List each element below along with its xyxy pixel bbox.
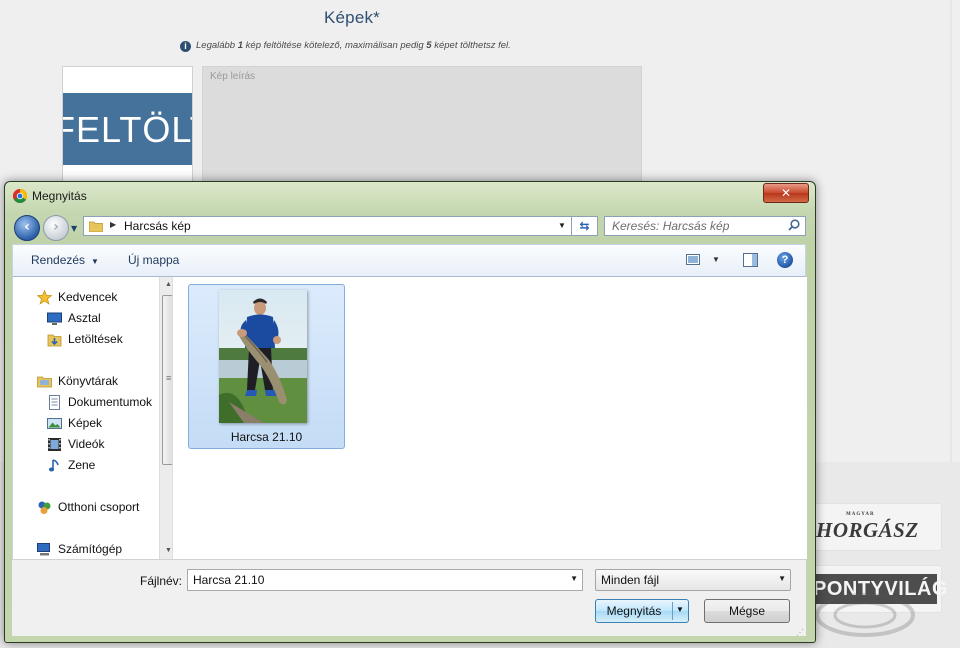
view-dropdown-icon[interactable]: ▼ xyxy=(712,255,720,264)
computer-icon xyxy=(37,543,50,556)
open-button[interactable]: Megnyitás ▼ xyxy=(595,599,689,623)
address-path: Harcsás kép xyxy=(124,219,191,233)
horgasz-logo-text: MAGYAR HORGÁSZ xyxy=(816,512,919,543)
resize-grip-icon[interactable]: ⋰ xyxy=(796,629,804,637)
homegroup-icon xyxy=(38,501,51,514)
section-title: Képek* xyxy=(323,8,381,27)
dialog-title-bar[interactable]: Megnyitás ✕ xyxy=(5,182,815,210)
organize-dropdown-icon: ▼ xyxy=(91,257,99,266)
nav-item-desktop[interactable]: Asztal xyxy=(47,311,101,325)
search-placeholder: Keresés: Harcsás kép xyxy=(612,219,730,233)
upload-button-label: FELTÖLT xyxy=(63,109,192,150)
close-button[interactable]: ✕ xyxy=(763,183,809,203)
navigation-pane: Kedvencek Asztal Letöltések Könyvtárak D… xyxy=(12,277,173,559)
open-button-divider xyxy=(672,602,673,620)
file-item-label: Harcsa 21.10 xyxy=(230,430,303,444)
nav-item-computer[interactable]: Számítógép xyxy=(37,542,123,556)
address-bar[interactable]: ▶ Harcsás kép ▼ xyxy=(83,216,572,236)
nav-item-pictures[interactable]: Képek xyxy=(47,416,103,430)
navigation-bar: ‹ › ▼ ▶ Harcsás kép ▼ ⇆ Keresés: Harcsás… xyxy=(5,210,815,241)
desktop-icon xyxy=(47,312,62,325)
history-dropdown-icon[interactable]: ▼ xyxy=(71,224,77,233)
new-folder-button[interactable]: Új mappa xyxy=(128,253,179,267)
nav-item-videos[interactable]: Videók xyxy=(48,437,105,451)
nav-item-label: Számítógép xyxy=(58,542,123,556)
open-file-dialog: Megnyitás ✕ ‹ › ▼ ▶ Harcsás kép ▼ ⇆ Kere… xyxy=(4,181,816,643)
open-dropdown-icon[interactable]: ▼ xyxy=(676,605,684,614)
forward-arrow-icon[interactable]: › xyxy=(43,215,69,241)
file-type-dropdown-icon: ▼ xyxy=(778,574,786,583)
nav-item-label: Zene xyxy=(68,458,96,472)
folder-icon xyxy=(89,221,103,232)
horgasz-logo-sublabel: MAGYAR xyxy=(846,512,875,517)
file-list-pane: Harcsa 21.10 xyxy=(172,277,807,559)
scrollbar-grip-icon: ≡ xyxy=(166,373,172,383)
command-toolbar: Rendezés ▼ Új mappa ▼ ? xyxy=(12,244,806,277)
nav-item-label: Asztal xyxy=(68,311,101,325)
help-icon[interactable]: ? xyxy=(777,252,793,268)
nav-item-homegroup[interactable]: Otthoni csoport xyxy=(38,500,140,514)
horgasz-logo-label: HORGÁSZ xyxy=(816,518,919,542)
notice-text-suffix: képet tölthetsz fel. xyxy=(431,40,511,51)
search-input[interactable]: Keresés: Harcsás kép xyxy=(604,216,806,236)
nav-item-label: Videók xyxy=(68,437,105,451)
dialog-footer: Fájlnév: Harcsa 21.10 ▼ Minden fájl ▼ Me… xyxy=(12,559,806,637)
nav-item-label: Letöltések xyxy=(68,332,123,346)
nav-item-libraries[interactable]: Könyvtárak xyxy=(37,374,119,388)
documents-icon xyxy=(49,395,60,410)
file-item-harcsa[interactable]: Harcsa 21.10 xyxy=(188,284,345,449)
notice-text-mid: kép feltöltése kötelező, maximálisan ped… xyxy=(243,40,427,51)
nav-item-label: Otthoni csoport xyxy=(58,500,140,514)
organize-button[interactable]: Rendezés ▼ xyxy=(31,253,99,267)
chrome-icon xyxy=(13,189,27,203)
upload-notice: i Legalább 1 kép feltöltése kötelező, max… xyxy=(180,40,511,52)
back-arrow-icon[interactable]: ‹ xyxy=(14,215,40,241)
refresh-icon[interactable]: ⇆ xyxy=(572,216,598,236)
cancel-button[interactable]: Mégse xyxy=(704,599,790,623)
description-placeholder: Kép leírás xyxy=(210,71,256,82)
file-name-value: Harcsa 21.10 xyxy=(193,573,265,587)
nav-item-label: Kedvencek xyxy=(58,290,118,304)
nav-item-label: Könyvtárak xyxy=(58,374,119,388)
sponsor-logo-horgasz[interactable]: MAGYAR HORGÁSZ xyxy=(812,503,942,551)
search-icon[interactable] xyxy=(788,219,800,231)
file-name-input[interactable]: Harcsa 21.10 ▼ xyxy=(187,569,583,591)
organize-label: Rendezés xyxy=(31,253,86,267)
star-icon xyxy=(37,290,52,305)
downloads-icon xyxy=(47,334,62,347)
nav-item-label: Képek xyxy=(68,416,103,430)
image-description-field[interactable]: Kép leírás xyxy=(202,66,642,186)
upload-button[interactable]: FELTÖLT xyxy=(63,93,192,165)
nav-item-music[interactable]: Zene xyxy=(48,458,96,472)
open-button-label: Megnyitás xyxy=(606,604,662,618)
file-name-dropdown-icon[interactable]: ▼ xyxy=(570,574,578,583)
change-view-icon[interactable] xyxy=(686,254,700,265)
info-icon: i xyxy=(180,41,191,52)
file-type-select[interactable]: Minden fájl ▼ xyxy=(595,569,791,591)
nav-item-documents[interactable]: Dokumentumok xyxy=(49,395,153,410)
preview-pane-icon[interactable] xyxy=(743,253,758,267)
address-dropdown-icon[interactable]: ▼ xyxy=(553,217,571,235)
nav-item-favorites[interactable]: Kedvencek xyxy=(37,290,118,305)
nav-item-downloads[interactable]: Letöltések xyxy=(47,332,123,347)
file-type-value: Minden fájl xyxy=(601,573,660,587)
libraries-icon xyxy=(37,376,52,388)
notice-text-prefix: Legalább xyxy=(196,40,238,51)
pictures-icon xyxy=(47,418,62,429)
nav-item-label: Dokumentumok xyxy=(68,395,153,409)
breadcrumb-separator-icon: ▶ xyxy=(110,220,117,229)
music-icon xyxy=(48,459,59,472)
file-name-label: Fájlnév: xyxy=(140,574,183,588)
dialog-title: Megnyitás xyxy=(32,189,87,203)
photo-thumbnail xyxy=(219,290,307,423)
nav-pane-scrollbar[interactable]: ▲ ≡ ▼ xyxy=(159,277,173,559)
image-upload-box: FELTÖLT xyxy=(62,66,193,188)
videos-icon xyxy=(48,438,61,451)
